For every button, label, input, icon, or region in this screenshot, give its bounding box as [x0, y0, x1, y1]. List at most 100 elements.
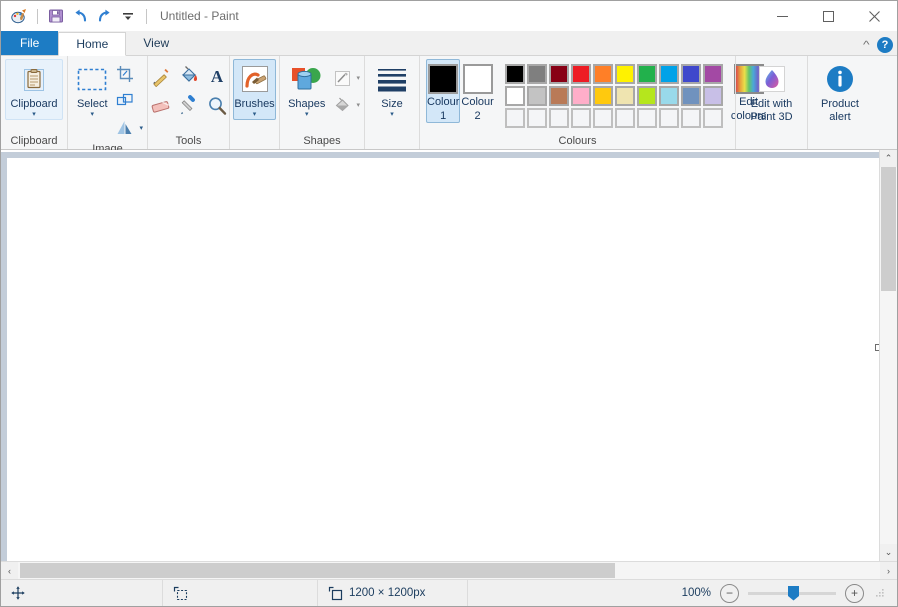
tab-file[interactable]: File [1, 31, 59, 55]
outline-button[interactable] [329, 65, 355, 91]
palette-swatch[interactable] [658, 64, 679, 84]
product-alert-button[interactable]: Product alert [812, 59, 868, 124]
palette-swatch[interactable] [658, 86, 679, 106]
palette-swatch[interactable] [614, 64, 635, 84]
palette-swatch[interactable] [504, 86, 525, 106]
shapes-dropdown-arrow[interactable]: ▾ [305, 111, 309, 119]
eraser-tool[interactable] [148, 93, 174, 119]
fill-shape-dropdown-arrow[interactable]: ▾ [356, 102, 360, 110]
rotate-button[interactable] [112, 115, 138, 141]
undo-icon[interactable] [69, 5, 91, 27]
tab-home[interactable]: Home [58, 32, 127, 56]
work-area: ⌃ ⌄ [1, 150, 897, 561]
palette-swatch-empty[interactable] [548, 108, 569, 128]
palette-swatch[interactable] [636, 86, 657, 106]
size-button[interactable]: Size ▾ [369, 59, 415, 120]
horizontal-scrollbar[interactable]: ‹ › [1, 561, 897, 579]
maximize-button[interactable] [805, 1, 851, 31]
canvas-viewport[interactable] [1, 150, 879, 561]
drawing-canvas[interactable] [7, 158, 879, 561]
palette-swatch[interactable] [504, 64, 525, 84]
palette-swatch[interactable] [680, 86, 701, 106]
palette-swatch[interactable] [526, 64, 547, 84]
palette-swatch-empty[interactable] [592, 108, 613, 128]
palette-swatch[interactable] [548, 64, 569, 84]
zoom-slider-thumb[interactable] [788, 585, 799, 601]
magnifier-tool[interactable] [204, 93, 230, 119]
shapes-button[interactable]: Shapes ▾ [284, 59, 329, 120]
palette-swatch[interactable] [702, 64, 723, 84]
colour-1-button[interactable]: Colour 1 [426, 59, 461, 123]
vertical-scrollbar[interactable]: ⌃ ⌄ [879, 150, 897, 561]
scroll-right-button[interactable]: › [880, 562, 897, 579]
resize-button[interactable] [112, 88, 138, 114]
horizontal-scroll-track[interactable] [18, 562, 880, 579]
palette-swatch[interactable] [526, 86, 547, 106]
palette-swatch[interactable] [570, 64, 591, 84]
minimize-button[interactable] [759, 1, 805, 31]
palette-swatch[interactable] [680, 64, 701, 84]
title-bar: Untitled - Paint [1, 1, 897, 31]
horizontal-scroll-thumb[interactable] [20, 563, 615, 578]
colour-2-button[interactable]: Colour 2 [460, 59, 494, 123]
outline-dropdown-arrow[interactable]: ▾ [356, 75, 360, 83]
brushes-button[interactable]: Brushes ▾ [233, 59, 276, 120]
palette-swatch-empty[interactable] [526, 108, 547, 128]
fill-tool[interactable] [176, 63, 202, 89]
palette-swatch-empty[interactable] [570, 108, 591, 128]
canvas-resize-handle-right[interactable] [875, 344, 879, 351]
pencil-tool[interactable] [148, 63, 174, 89]
brushes-icon [238, 63, 272, 97]
group-label-size [365, 133, 419, 149]
rotate-dropdown-arrow[interactable]: ▾ [139, 125, 143, 133]
palette-swatch[interactable] [548, 86, 569, 106]
size-icon [375, 63, 409, 97]
size-dropdown-arrow[interactable]: ▾ [390, 111, 394, 119]
group-label-paint3d [736, 133, 807, 149]
paint-app-icon[interactable] [8, 5, 30, 27]
palette-swatch-empty[interactable] [614, 108, 635, 128]
palette-swatch-empty[interactable] [658, 108, 679, 128]
zoom-in-button[interactable]: + [845, 583, 864, 603]
zoom-out-button[interactable]: − [720, 583, 739, 603]
clipboard-button[interactable]: Clipboard ▾ [5, 59, 63, 120]
status-bar: 1200 × 1200px 100% − + [1, 579, 897, 606]
colour-picker-tool[interactable] [176, 93, 202, 119]
crop-button[interactable] [112, 61, 138, 87]
edit-with-paint-3d-button[interactable]: Edit with Paint 3D [740, 59, 803, 124]
scroll-down-button[interactable]: ⌄ [880, 544, 897, 561]
palette-swatch-empty[interactable] [680, 108, 701, 128]
palette-swatch[interactable] [592, 86, 613, 106]
resize-grip-icon[interactable] [873, 587, 885, 599]
tab-view[interactable]: View [126, 31, 186, 55]
colour-1-swatch [428, 64, 459, 94]
zoom-slider[interactable] [748, 585, 836, 602]
help-icon[interactable]: ? [877, 37, 893, 53]
palette-swatch[interactable] [636, 64, 657, 84]
ribbon-tabs-right: ^ ? [863, 37, 893, 53]
select-dropdown-arrow[interactable]: ▾ [90, 111, 94, 119]
palette-swatch[interactable] [702, 86, 723, 106]
palette-swatch[interactable] [592, 64, 613, 84]
save-icon[interactable] [45, 5, 67, 27]
vertical-scroll-thumb[interactable] [881, 167, 896, 292]
clipboard-dropdown-arrow[interactable]: ▾ [32, 111, 36, 119]
redo-icon[interactable] [93, 5, 115, 27]
palette-swatch-empty[interactable] [504, 108, 525, 128]
palette-swatch-empty[interactable] [702, 108, 723, 128]
customize-qat-icon[interactable] [117, 5, 139, 27]
close-button[interactable] [851, 1, 897, 31]
scroll-up-button[interactable]: ⌃ [880, 150, 897, 167]
collapse-ribbon-icon[interactable]: ^ [863, 40, 870, 51]
fill-shape-button[interactable] [329, 92, 355, 118]
qat-separator-1 [37, 8, 38, 24]
palette-swatch[interactable] [570, 86, 591, 106]
vertical-scroll-track[interactable] [880, 167, 897, 544]
select-button[interactable]: Select ▾ [72, 59, 112, 120]
palette-swatch[interactable] [614, 86, 635, 106]
text-tool[interactable]: A [204, 63, 230, 89]
brushes-dropdown-arrow[interactable]: ▾ [253, 111, 257, 119]
scroll-left-button[interactable]: ‹ [1, 562, 18, 579]
cursor-position-icon [11, 586, 25, 600]
palette-swatch-empty[interactable] [636, 108, 657, 128]
